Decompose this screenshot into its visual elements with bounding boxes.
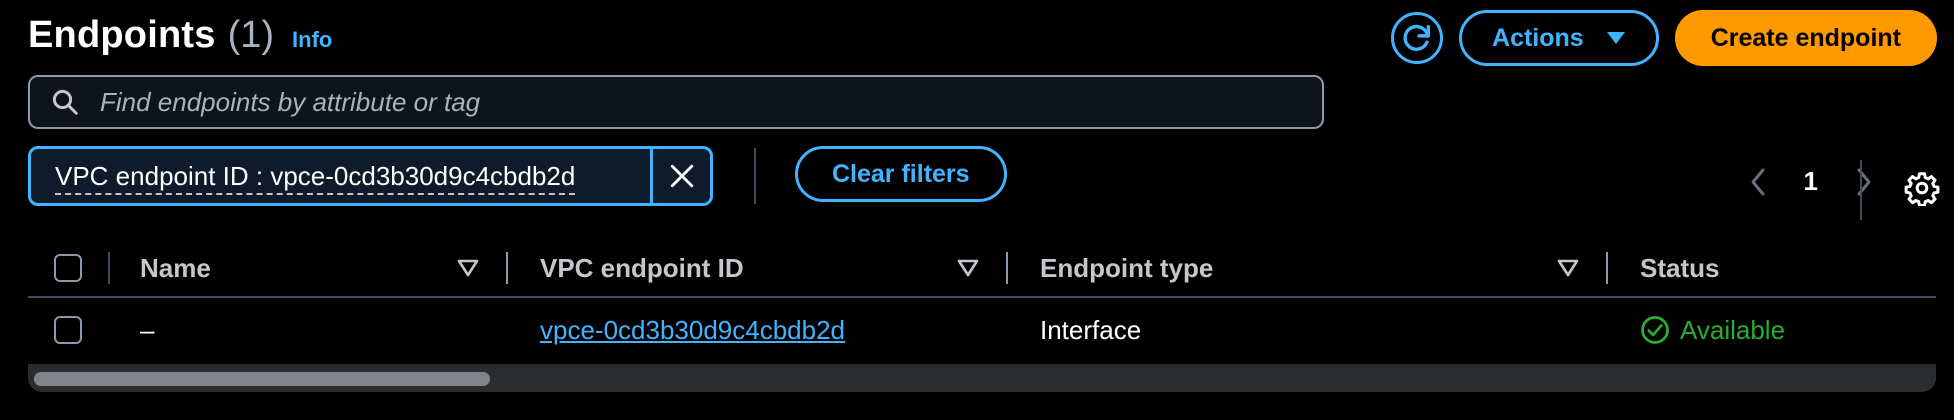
chevron-right-icon[interactable]: [1854, 167, 1874, 197]
status-text: Available: [1680, 314, 1786, 345]
clear-filters-button[interactable]: Clear filters: [795, 146, 1007, 202]
column-header-status[interactable]: Status: [1640, 240, 1719, 296]
column-header-endpoint-type[interactable]: Endpoint type: [1040, 240, 1213, 296]
row-checkbox[interactable]: [54, 316, 82, 344]
column-header-endpoint-type-label: Endpoint type: [1040, 252, 1214, 283]
refresh-button[interactable]: [1391, 12, 1444, 64]
horizontal-scrollbar[interactable]: [28, 364, 1936, 392]
chevron-left-icon[interactable]: [1748, 167, 1768, 197]
filter-token-label: VPC endpoint ID : vpce-0cd3b30d9c4cbdb2d: [55, 160, 576, 195]
row-checkbox-cell: [54, 298, 82, 362]
column-header-name[interactable]: Name: [140, 240, 211, 296]
status-check-icon: [1641, 316, 1669, 344]
sort-icon[interactable]: [456, 254, 480, 282]
filter-divider: [754, 148, 756, 204]
cell-name: –: [140, 298, 154, 362]
column-resizer[interactable]: [1606, 252, 1608, 284]
column-header-vpc-endpoint-id[interactable]: VPC endpoint ID: [540, 240, 744, 296]
column-resizer[interactable]: [506, 252, 508, 284]
header-actions: Actions Create endpoint: [1391, 10, 1937, 66]
info-link[interactable]: Info: [292, 27, 332, 53]
search-input[interactable]: [98, 85, 1202, 119]
create-endpoint-button[interactable]: Create endpoint: [1674, 10, 1937, 66]
column-header-vpc-endpoint-id-label: VPC endpoint ID: [540, 252, 744, 283]
vpc-endpoint-id-link[interactable]: vpce-0cd3b30d9c4cbdb2d: [540, 315, 845, 346]
cell-vpc-endpoint-id: vpce-0cd3b30d9c4cbdb2d: [540, 298, 845, 362]
endpoint-count: (1): [227, 14, 275, 56]
actions-button[interactable]: Actions: [1459, 10, 1659, 66]
page-number[interactable]: 1: [1804, 166, 1818, 197]
endpoints-page: Endpoints (1) Info Actions Create endpoi…: [0, 0, 1954, 420]
endpoint-type: Interface: [1040, 314, 1142, 345]
column-resizer[interactable]: [1006, 252, 1008, 284]
scrollbar-thumb[interactable]: [34, 372, 490, 386]
remove-filter-button[interactable]: [650, 149, 710, 203]
refresh-icon: [1403, 24, 1431, 51]
status-indicator: Available: [1640, 315, 1785, 346]
filter-token-label-wrap[interactable]: VPC endpoint ID : vpce-0cd3b30d9c4cbdb2d: [31, 160, 650, 195]
close-icon: [670, 164, 693, 188]
search-box: [28, 75, 1324, 129]
table-header: Name VPC endpoint ID Endpoint type Statu…: [28, 240, 1936, 298]
endpoints-table: Name VPC endpoint ID Endpoint type Statu…: [28, 240, 1936, 362]
column-header-name-label: Name: [140, 252, 211, 283]
column-header-status-label: Status: [1640, 252, 1720, 283]
sort-icon[interactable]: [956, 254, 980, 282]
caret-down-icon: [1606, 32, 1625, 44]
page-title: Endpoints: [28, 14, 216, 56]
search-icon: [52, 89, 78, 115]
page-header: Endpoints (1) Info: [28, 14, 332, 57]
header-checkbox-cell: [54, 240, 82, 296]
filter-token: VPC endpoint ID : vpce-0cd3b30d9c4cbdb2d: [28, 146, 713, 206]
pagination: 1: [1748, 166, 1874, 197]
actions-label: Actions: [1492, 23, 1584, 52]
cell-endpoint-type: Interface: [1040, 298, 1141, 362]
endpoint-name: –: [140, 314, 155, 345]
pagination-divider: [1860, 160, 1862, 220]
table-row[interactable]: – vpce-0cd3b30d9c4cbdb2d Interface Avail…: [28, 298, 1936, 362]
select-all-checkbox[interactable]: [54, 254, 82, 282]
settings-icon[interactable]: [1904, 170, 1940, 206]
column-separator: [108, 252, 110, 284]
sort-icon[interactable]: [1556, 254, 1580, 282]
cell-status: Available: [1640, 298, 1785, 362]
